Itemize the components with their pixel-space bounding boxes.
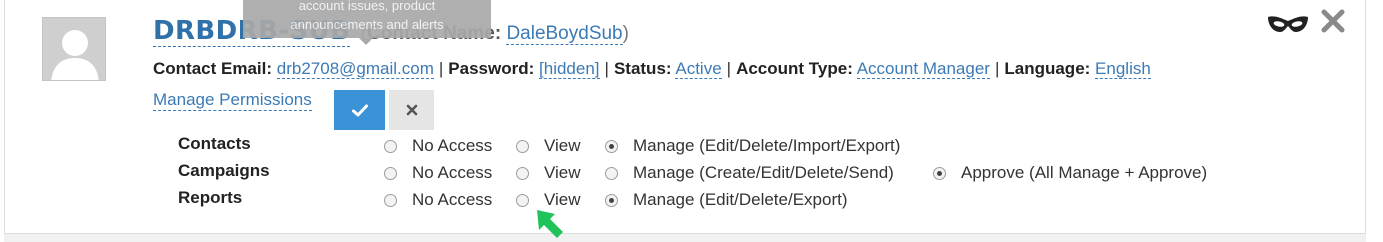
tooltip-line-2: announcements and alerts xyxy=(290,17,444,32)
radio-button[interactable] xyxy=(384,193,397,207)
contacts-view-option[interactable]: View xyxy=(516,136,581,156)
option-label: Manage (Create/Edit/Delete/Send) xyxy=(633,163,894,182)
option-label: View xyxy=(544,136,581,155)
x-icon xyxy=(406,104,417,116)
contacts-manage-option[interactable]: Manage (Edit/Delete/Import/Export) xyxy=(605,136,900,156)
cursor-arrow-icon xyxy=(537,210,563,238)
option-label: Manage (Edit/Delete/Import/Export) xyxy=(633,136,901,155)
radio-button[interactable] xyxy=(933,166,946,180)
tooltip: account issues, product announcements an… xyxy=(243,0,491,38)
avatar xyxy=(42,17,106,81)
permission-label-campaigns: Campaigns xyxy=(178,161,270,180)
campaigns-manage-option[interactable]: Manage (Create/Edit/Delete/Send) xyxy=(605,163,894,183)
account-info-row: Contact Email: drb2708@gmail.com | Passwor… xyxy=(153,59,1151,79)
tooltip-line-1: account issues, product xyxy=(298,0,436,13)
tooltip-arrow xyxy=(359,38,373,45)
default-user-avatar-icon xyxy=(43,18,105,80)
contacts-no-access-option[interactable]: No Access xyxy=(384,136,492,156)
email-label: Contact Email: xyxy=(153,59,273,78)
status-value[interactable]: Active xyxy=(675,59,722,79)
card-footer-strip xyxy=(4,234,1366,242)
option-label: Approve (All Manage + Approve) xyxy=(961,163,1208,182)
language-value[interactable]: English xyxy=(1095,59,1151,79)
language-label: Language: xyxy=(1004,59,1091,78)
reports-view-option[interactable]: View xyxy=(516,190,581,210)
separator: | xyxy=(726,59,732,78)
account-type-value[interactable]: Account Manager xyxy=(856,59,990,79)
cancel-button[interactable] xyxy=(389,90,434,130)
permission-label-contacts: Contacts xyxy=(178,134,251,153)
status-label: Status: xyxy=(613,59,672,78)
campaigns-approve-option[interactable]: Approve (All Manage + Approve) xyxy=(933,163,1207,183)
checkmark-icon xyxy=(351,104,368,116)
password-value[interactable]: [hidden] xyxy=(539,59,600,79)
manage-permissions-link[interactable]: Manage Permissions xyxy=(153,90,312,111)
option-label: Manage (Edit/Delete/Export) xyxy=(633,190,848,209)
radio-button[interactable] xyxy=(605,193,618,207)
separator: | xyxy=(604,59,609,78)
contact-name-close-paren: ) xyxy=(622,23,629,44)
option-label: No Access xyxy=(412,136,493,155)
reports-no-access-option[interactable]: No Access xyxy=(384,190,492,210)
permission-label-reports: Reports xyxy=(178,188,243,207)
radio-button[interactable] xyxy=(516,139,529,153)
separator: | xyxy=(994,59,1000,78)
radio-button[interactable] xyxy=(384,166,397,180)
confirm-button[interactable] xyxy=(334,90,385,130)
reports-manage-option[interactable]: Manage (Edit/Delete/Export) xyxy=(605,190,848,210)
option-label: No Access xyxy=(412,190,493,209)
option-label: View xyxy=(544,190,581,209)
contact-name-value[interactable]: DaleBoydSub xyxy=(506,23,623,45)
account-type-label: Account Type: xyxy=(736,59,853,78)
separator: | xyxy=(438,59,444,78)
radio-button[interactable] xyxy=(384,139,397,153)
password-label: Password: xyxy=(448,59,535,78)
mask-icon[interactable] xyxy=(1267,14,1309,34)
option-label: View xyxy=(544,163,581,182)
option-label: No Access xyxy=(412,163,493,182)
radio-button[interactable] xyxy=(605,139,618,153)
campaigns-no-access-option[interactable]: No Access xyxy=(384,163,492,183)
campaigns-view-option[interactable]: View xyxy=(516,163,581,183)
radio-button[interactable] xyxy=(516,166,529,180)
radio-button[interactable] xyxy=(605,166,618,180)
email-value[interactable]: drb2708@gmail.com xyxy=(276,59,434,79)
radio-button[interactable] xyxy=(516,193,529,207)
close-icon[interactable] xyxy=(1320,8,1346,34)
